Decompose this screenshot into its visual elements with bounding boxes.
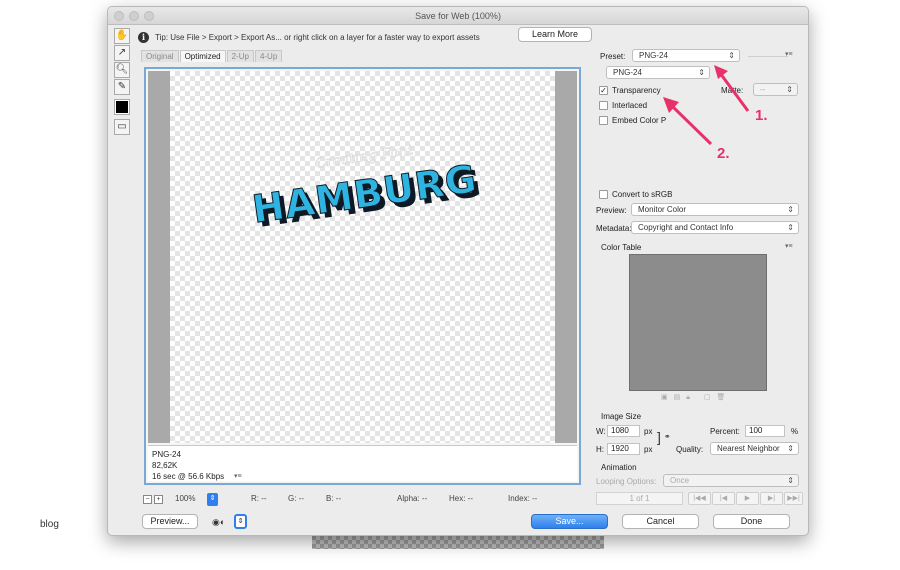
annotation-one: 1. [755,107,768,124]
save-for-web-dialog: Save for Web (100%) ✋ ↗ 🔍︎ ✎ ▭ i Tip: Us… [107,6,809,536]
blog-label: blog [40,519,59,530]
annotation-arrows [663,65,750,146]
annotation-arrow-1 [718,72,750,112]
annotation-arrow-1-head [714,65,728,79]
annotation-two: 2. [717,145,730,162]
annotation-arrow-2 [669,103,713,146]
